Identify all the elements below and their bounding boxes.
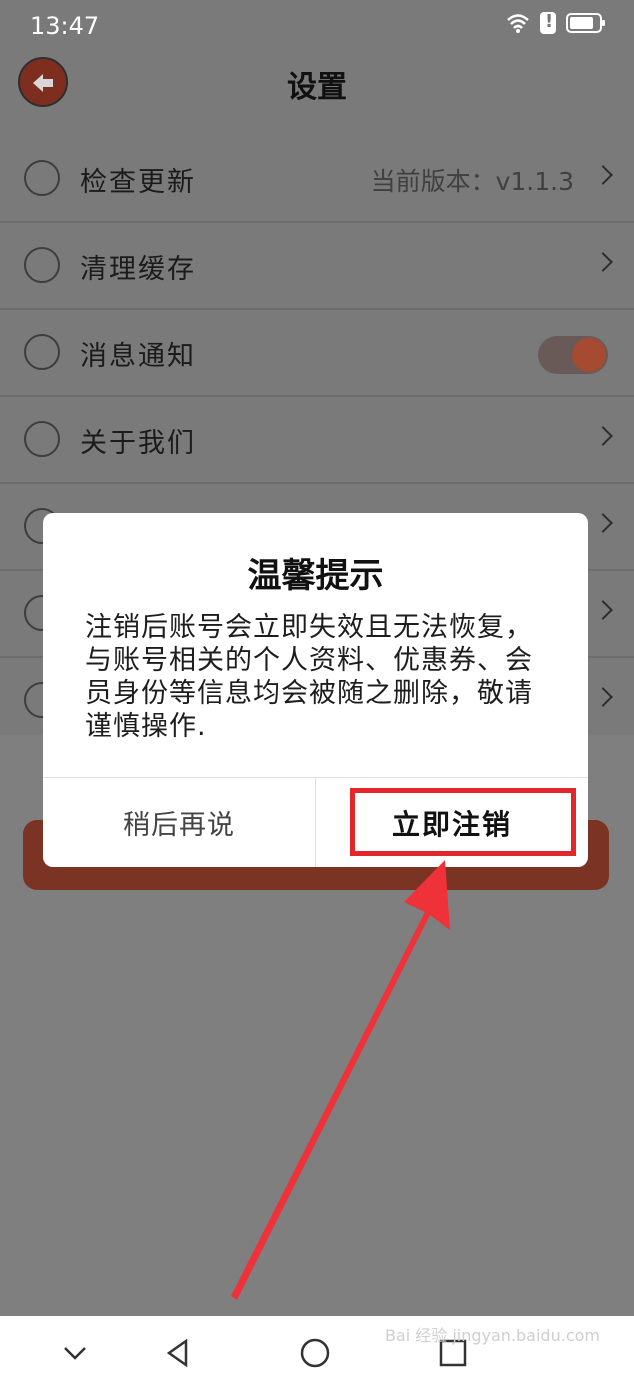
screen: 13:47 设置 检查 — [0, 0, 634, 1385]
settings-row-check-update[interactable]: 检查更新 当前版本：v1.1.3 — [0, 136, 634, 223]
highlight-box — [350, 788, 576, 856]
navigation-bar: Bai 经验 jingyan.baidu.com — [0, 1316, 634, 1385]
baidu-watermark: Bai 经验 jingyan.baidu.com — [384, 1326, 600, 1345]
chevron-right-icon — [593, 600, 613, 620]
row-label: 消息通知 — [80, 341, 196, 372]
row-label: 检查更新 — [80, 167, 196, 198]
bell-icon — [24, 334, 60, 370]
chevron-right-icon — [593, 513, 613, 533]
pointer-arrow-icon — [231, 860, 450, 1300]
chevron-right-icon — [593, 252, 613, 272]
home-circle-icon[interactable] — [298, 1336, 332, 1370]
wifi-icon — [507, 14, 529, 33]
status-time: 13:47 — [30, 12, 100, 40]
row-label: 关于我们 — [80, 428, 196, 459]
user-icon — [24, 421, 60, 457]
status-icons — [506, 11, 605, 34]
settings-row-clear-cache[interactable]: 清理缓存 — [0, 223, 634, 310]
settings-row-about[interactable]: 关于我们 — [0, 397, 634, 484]
dialog-message: 注销后账号会立即失效且无法恢复，与账号相关的个人资料、优惠券、会员身份等信息均会… — [85, 612, 533, 742]
header: 设置 — [0, 50, 634, 120]
chevron-right-icon — [593, 165, 613, 185]
dialog-title: 温馨提示 — [247, 556, 384, 596]
broom-icon — [24, 247, 60, 283]
status-bar: 13:47 — [0, 0, 634, 50]
chevron-right-icon — [593, 687, 613, 707]
toggle-knob — [572, 338, 606, 372]
chevron-down-icon[interactable] — [58, 1336, 92, 1370]
alert-icon — [540, 11, 556, 34]
upload-icon — [24, 160, 60, 196]
battery-icon — [566, 13, 605, 33]
settings-row-notifications[interactable]: 消息通知 — [0, 310, 634, 397]
chevron-right-icon — [593, 426, 613, 446]
row-label: 清理缓存 — [80, 254, 196, 285]
notification-toggle[interactable] — [538, 336, 608, 374]
page-title: 设置 — [287, 70, 347, 105]
back-triangle-icon[interactable] — [161, 1336, 195, 1370]
row-value: 当前版本：v1.1.3 — [370, 167, 574, 196]
